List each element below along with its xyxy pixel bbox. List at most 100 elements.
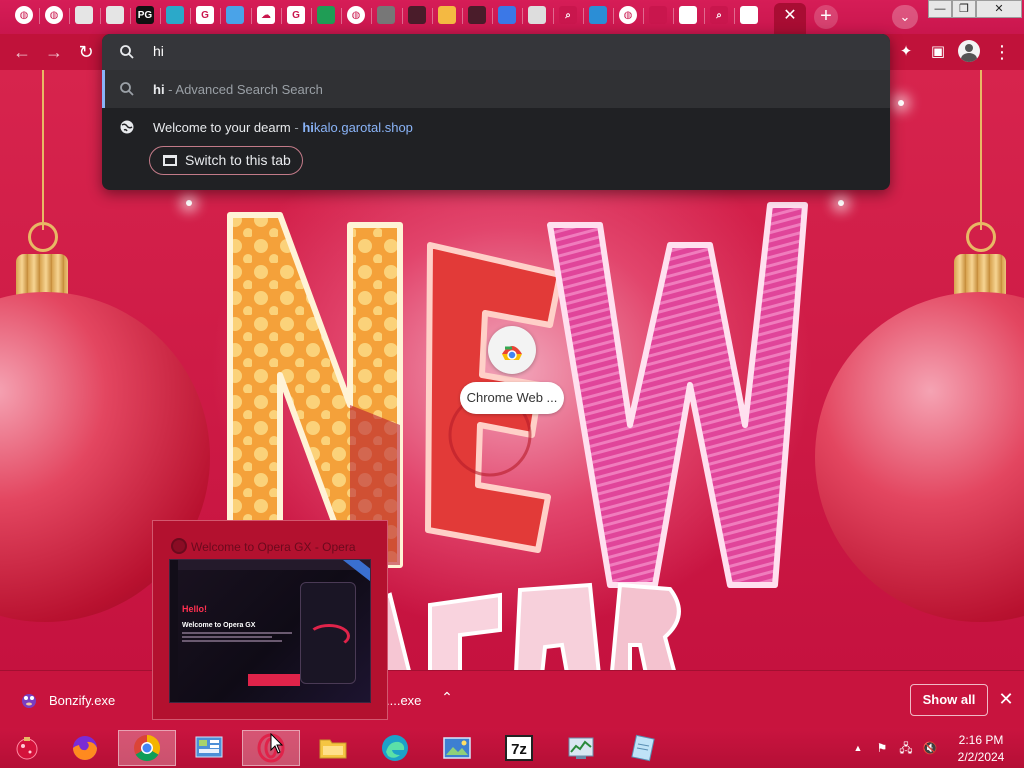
chrome-web-store-label[interactable]: Chrome Web ... bbox=[460, 382, 564, 414]
tab-separator bbox=[704, 8, 705, 24]
taskbar-thumbnail-preview[interactable]: Welcome to Opera GX - Opera Hello! Welco… bbox=[152, 520, 388, 720]
suggestion-match: hi bbox=[153, 82, 165, 97]
grid-icon[interactable] bbox=[528, 6, 546, 24]
earth-icon[interactable] bbox=[317, 6, 335, 24]
photo-icon[interactable] bbox=[377, 6, 395, 24]
taskbar-task-manager[interactable] bbox=[552, 730, 610, 766]
globe-icon[interactable]: ◍ bbox=[347, 6, 365, 24]
page-icon[interactable] bbox=[106, 6, 124, 24]
download-item-name[interactable]: ....exe bbox=[386, 693, 421, 708]
close-download-shelf-button[interactable]: ✕ bbox=[996, 689, 1016, 709]
tab-icon bbox=[163, 155, 177, 166]
clock-date[interactable]: 2/2/2024 bbox=[950, 750, 1012, 764]
omnibox-suggestion-tab[interactable]: Welcome to your dearm - hikalo.garotal.s… bbox=[102, 108, 890, 146]
monster-icon[interactable] bbox=[408, 6, 426, 24]
address-input-value[interactable]: hi bbox=[153, 43, 164, 59]
cloud-icon[interactable]: ☁ bbox=[257, 6, 275, 24]
search-icon[interactable]: ⌕ bbox=[710, 6, 728, 24]
pokemon-icon[interactable] bbox=[226, 6, 244, 24]
show-all-downloads-button[interactable]: Show all bbox=[910, 684, 988, 716]
switch-to-tab-label: Switch to this tab bbox=[185, 152, 291, 168]
flag-icon[interactable]: ⚑ bbox=[874, 740, 890, 756]
museum-icon[interactable] bbox=[679, 6, 697, 24]
pg-icon[interactable]: PG bbox=[136, 6, 154, 24]
tab-search-button[interactable]: ⌄ bbox=[892, 5, 918, 29]
github-icon[interactable] bbox=[740, 6, 758, 24]
tab-separator bbox=[220, 8, 221, 24]
network-icon[interactable]: 🖧 bbox=[898, 740, 914, 756]
search-icon bbox=[120, 45, 134, 59]
tab-separator bbox=[492, 8, 493, 24]
window-close-button[interactable]: ✕ bbox=[976, 0, 1022, 18]
globe-icon bbox=[120, 120, 134, 134]
globe-icon[interactable]: ◍ bbox=[15, 6, 33, 24]
suggestion-description: Advanced Search Search bbox=[175, 82, 323, 97]
monster-icon[interactable] bbox=[468, 6, 486, 24]
switch-to-tab-button[interactable]: Switch to this tab bbox=[149, 146, 303, 175]
tab-separator bbox=[160, 8, 161, 24]
taskbar-7zip[interactable]: 7z bbox=[490, 730, 548, 766]
new-tab-button[interactable]: + bbox=[814, 5, 838, 29]
taskbar-chrome[interactable] bbox=[118, 730, 176, 766]
preview-topbar bbox=[178, 560, 370, 570]
profile-avatar[interactable] bbox=[958, 40, 980, 62]
side-panel-button[interactable]: ▣ bbox=[927, 41, 949, 63]
show-hidden-icons-button[interactable]: ▲ bbox=[850, 740, 866, 756]
tab-separator bbox=[402, 8, 403, 24]
page-icon[interactable] bbox=[75, 6, 93, 24]
tab-separator bbox=[432, 8, 433, 24]
suggestion-separator: - bbox=[290, 120, 303, 135]
back-button[interactable]: ← bbox=[11, 41, 33, 63]
menu-button[interactable]: ⋮ bbox=[991, 41, 1013, 63]
reload-button[interactable]: ↻ bbox=[75, 41, 97, 63]
star-icon[interactable] bbox=[649, 6, 667, 24]
taskbar-edge[interactable] bbox=[366, 730, 424, 766]
chrome-web-store-shortcut[interactable] bbox=[488, 326, 536, 374]
taskbar-firefox[interactable] bbox=[56, 730, 114, 766]
google-icon[interactable]: G bbox=[196, 6, 214, 24]
avatar-head bbox=[965, 44, 973, 52]
ornament-string bbox=[42, 70, 44, 230]
chrome-web-store-icon bbox=[502, 346, 522, 360]
volume-muted-icon[interactable]: 🔇 bbox=[922, 740, 938, 756]
tab-close-button[interactable]: ✕ bbox=[780, 6, 800, 26]
edge-icon[interactable] bbox=[166, 6, 184, 24]
palette-icon[interactable] bbox=[438, 6, 456, 24]
sparkle bbox=[898, 100, 904, 106]
notepad-icon bbox=[631, 734, 655, 762]
omnibox-suggestion-search[interactable]: hi - Advanced Search Search bbox=[102, 70, 890, 108]
tab-separator bbox=[341, 8, 342, 24]
task-manager-icon bbox=[568, 737, 594, 759]
address-bar[interactable]: hi bbox=[102, 34, 890, 70]
edge-icon bbox=[382, 735, 408, 761]
tab-separator bbox=[583, 8, 584, 24]
sparkle bbox=[186, 200, 192, 206]
suggestion-separator: - bbox=[164, 82, 176, 97]
tab-separator bbox=[613, 8, 614, 24]
globe-icon[interactable]: ◍ bbox=[45, 6, 63, 24]
search-icon[interactable]: ⌕ bbox=[559, 6, 577, 24]
chevron-up-icon[interactable]: ⌃ bbox=[438, 689, 456, 707]
thumbnail-title: Welcome to Opera GX - Opera bbox=[191, 540, 356, 554]
start-button[interactable] bbox=[0, 730, 54, 766]
clock-time[interactable]: 2:16 PM bbox=[955, 733, 1007, 747]
download-item-name[interactable]: Bonzify.exe bbox=[49, 693, 115, 708]
tab-separator bbox=[311, 8, 312, 24]
tab-separator bbox=[553, 8, 554, 24]
forward-button[interactable]: → bbox=[43, 41, 65, 63]
taskbar-photos[interactable] bbox=[428, 730, 486, 766]
preview-welcome: Welcome to Opera GX bbox=[182, 622, 256, 629]
taskbar-notepad[interactable] bbox=[614, 730, 672, 766]
globe-icon[interactable]: ◍ bbox=[619, 6, 637, 24]
maximize-button[interactable]: ❐ bbox=[952, 0, 976, 18]
chrome-store-icon[interactable] bbox=[498, 6, 516, 24]
puzzle-icon[interactable] bbox=[589, 6, 607, 24]
taskbar-file-explorer[interactable] bbox=[304, 730, 362, 766]
google-icon[interactable]: G bbox=[287, 6, 305, 24]
taskbar-control-panel[interactable] bbox=[180, 730, 238, 766]
minimize-button[interactable]: — bbox=[928, 0, 952, 18]
tab-separator bbox=[734, 8, 735, 24]
extensions-button[interactable]: ✦ bbox=[895, 41, 917, 63]
ornament-ring bbox=[28, 222, 58, 252]
file-explorer-icon bbox=[319, 739, 347, 759]
